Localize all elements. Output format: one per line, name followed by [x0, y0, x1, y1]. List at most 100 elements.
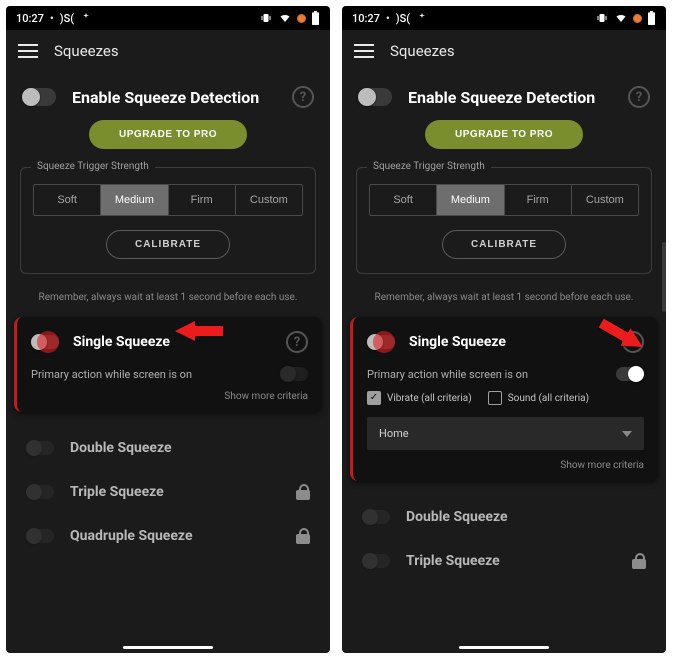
- quadruple-squeeze-label: Quadruple Squeeze: [70, 528, 280, 544]
- help-icon[interactable]: ?: [628, 86, 650, 108]
- status-dot-icon: [386, 12, 390, 25]
- upgrade-button[interactable]: UPGRADE TO PRO: [425, 120, 583, 149]
- single-squeeze-toggle[interactable]: [31, 335, 59, 349]
- strength-segmented: Soft Medium Firm Custom: [33, 184, 303, 216]
- status-time: 10:27: [352, 12, 380, 25]
- strength-fieldset: Squeeze Trigger Strength Soft Medium Fir…: [356, 167, 652, 274]
- triple-squeeze-item[interactable]: Triple Squeeze: [8, 470, 328, 514]
- strength-firm[interactable]: Firm: [505, 185, 572, 215]
- strength-custom[interactable]: Custom: [236, 185, 302, 215]
- help-icon[interactable]: ?: [292, 86, 314, 108]
- status-bar: 10:27 )S(: [342, 6, 666, 30]
- app-title: Squeezes: [390, 42, 455, 60]
- strength-legend: Squeeze Trigger Strength: [31, 161, 155, 172]
- sound-criteria[interactable]: Sound (all criteria): [488, 391, 589, 405]
- wifi-icon: [278, 12, 292, 24]
- lock-icon: [296, 528, 310, 544]
- single-squeeze-subtitle: Primary action while screen is on: [31, 368, 192, 381]
- menu-icon[interactable]: [354, 44, 374, 58]
- single-squeeze-subtitle: Primary action while screen is on: [367, 368, 528, 381]
- triple-squeeze-toggle[interactable]: [26, 485, 54, 499]
- usage-hint: Remember, always wait at least 1 second …: [8, 292, 328, 303]
- single-squeeze-card[interactable]: Single Squeeze ? Primary action while sc…: [14, 317, 322, 412]
- status-carrier: )S(: [60, 12, 74, 25]
- single-squeeze-help-icon[interactable]: ?: [622, 331, 644, 353]
- vibrate-criteria[interactable]: Vibrate (all criteria): [367, 391, 472, 405]
- strength-medium[interactable]: Medium: [437, 185, 504, 215]
- single-action-toggle[interactable]: [280, 367, 308, 381]
- single-action-toggle[interactable]: [616, 367, 644, 381]
- status-carrier: )S(: [396, 12, 410, 25]
- triple-squeeze-label: Triple Squeeze: [406, 553, 616, 569]
- sparkle-icon: [80, 12, 92, 24]
- double-squeeze-item[interactable]: Double Squeeze: [344, 495, 664, 539]
- calibrate-button[interactable]: CALIBRATE: [106, 230, 230, 259]
- single-squeeze-subtitle-row: Primary action while screen is on: [367, 367, 644, 381]
- battery-icon: [647, 11, 656, 25]
- enable-row: Enable Squeeze Detection ?: [8, 82, 328, 120]
- single-squeeze-subtitle-row: Primary action while screen is on: [31, 367, 308, 381]
- strength-medium[interactable]: Medium: [101, 185, 168, 215]
- quadruple-squeeze-toggle[interactable]: [26, 529, 54, 543]
- triple-squeeze-toggle[interactable]: [362, 554, 390, 568]
- app-bar: Squeezes: [6, 30, 330, 72]
- status-time: 10:27: [16, 12, 44, 25]
- enable-label: Enable Squeeze Detection: [408, 88, 612, 107]
- vibrate-checkbox[interactable]: [367, 391, 381, 405]
- enable-label: Enable Squeeze Detection: [72, 88, 276, 107]
- scrollbar[interactable]: [662, 242, 666, 312]
- enable-toggle[interactable]: [22, 88, 56, 106]
- sound-checkbox[interactable]: [488, 391, 502, 405]
- quadruple-squeeze-item[interactable]: Quadruple Squeeze: [8, 514, 328, 558]
- sparkle-icon: [416, 12, 428, 24]
- wifi-icon: [614, 12, 628, 24]
- upgrade-button[interactable]: UPGRADE TO PRO: [89, 120, 247, 149]
- battery-icon: [311, 11, 320, 25]
- strength-segmented: Soft Medium Firm Custom: [369, 184, 639, 216]
- calibrate-button[interactable]: CALIBRATE: [442, 230, 566, 259]
- vibrate-icon: [595, 12, 609, 24]
- vibrate-label: Vibrate (all criteria): [387, 393, 472, 404]
- strength-legend: Squeeze Trigger Strength: [367, 161, 491, 172]
- strength-custom[interactable]: Custom: [572, 185, 638, 215]
- strength-soft[interactable]: Soft: [34, 185, 101, 215]
- strength-fieldset: Squeeze Trigger Strength Soft Medium Fir…: [20, 167, 316, 274]
- criteria-row: Vibrate (all criteria) Sound (all criter…: [367, 391, 644, 405]
- triple-squeeze-label: Triple Squeeze: [70, 484, 280, 500]
- double-squeeze-toggle[interactable]: [26, 441, 54, 455]
- home-indicator[interactable]: [459, 646, 549, 649]
- single-squeeze-title: Single Squeeze: [409, 334, 608, 350]
- single-squeeze-toggle[interactable]: [367, 335, 395, 349]
- lock-icon: [632, 553, 646, 569]
- single-squeeze-help-icon[interactable]: ?: [286, 331, 308, 353]
- strength-firm[interactable]: Firm: [169, 185, 236, 215]
- double-squeeze-toggle[interactable]: [362, 510, 390, 524]
- show-more-criteria[interactable]: Show more criteria: [367, 460, 644, 471]
- sound-label: Sound (all criteria): [508, 393, 589, 404]
- single-squeeze-card[interactable]: Single Squeeze ? Primary action while sc…: [350, 317, 658, 481]
- lock-icon: [296, 484, 310, 500]
- notification-dot-icon: [297, 14, 306, 23]
- content: Enable Squeeze Detection ? UPGRADE TO PR…: [342, 72, 666, 653]
- action-select[interactable]: Home: [367, 417, 644, 450]
- notification-dot-icon: [633, 14, 642, 23]
- menu-icon[interactable]: [18, 44, 38, 58]
- strength-soft[interactable]: Soft: [370, 185, 437, 215]
- home-indicator[interactable]: [123, 646, 213, 649]
- enable-row: Enable Squeeze Detection ?: [344, 82, 664, 120]
- phone-left: 10:27 )S( Squeezes Enable Squeeze Detect…: [6, 6, 330, 653]
- double-squeeze-label: Double Squeeze: [406, 509, 646, 525]
- status-dot-icon: [50, 12, 54, 25]
- triple-squeeze-item[interactable]: Triple Squeeze: [344, 539, 664, 583]
- app-bar: Squeezes: [342, 30, 666, 72]
- single-squeeze-title: Single Squeeze: [73, 334, 272, 350]
- enable-toggle[interactable]: [358, 88, 392, 106]
- app-title: Squeezes: [54, 42, 119, 60]
- phone-right: 10:27 )S( Squeezes Enable Squeeze Detect…: [342, 6, 666, 653]
- vibrate-icon: [259, 12, 273, 24]
- double-squeeze-item[interactable]: Double Squeeze: [8, 426, 328, 470]
- status-bar: 10:27 )S(: [6, 6, 330, 30]
- show-more-criteria[interactable]: Show more criteria: [31, 391, 308, 402]
- content: Enable Squeeze Detection ? UPGRADE TO PR…: [6, 72, 330, 653]
- double-squeeze-label: Double Squeeze: [70, 440, 310, 456]
